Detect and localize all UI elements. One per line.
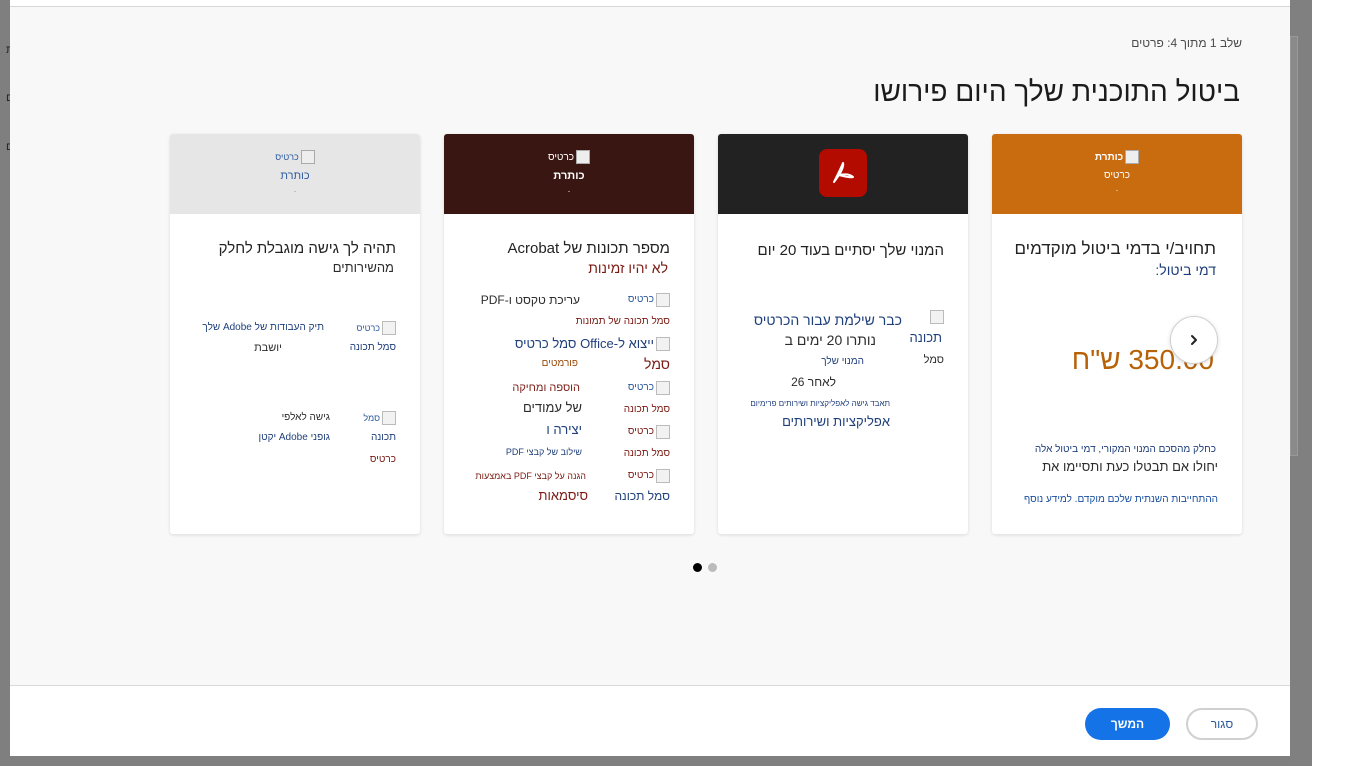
- feature-text: עריכת טקסט ו-PDF: [480, 293, 580, 307]
- feature-sub: סמל תכונה: [623, 404, 670, 415]
- acrobat-logo-shape: [833, 162, 854, 183]
- feature-icon: כרטיס: [628, 378, 670, 401]
- continue-button[interactable]: המשך: [1085, 708, 1170, 740]
- broken-image-icon: [656, 381, 670, 395]
- broken-image-icon: [656, 425, 670, 439]
- lose-access-line: תאבד גישה לאפליקציות ושירותים פרימיום: [750, 399, 890, 408]
- cancel-plan-modal: שלב 1 מתוך 4: פרטים ביטול התוכנית שלך הי…: [10, 0, 1290, 756]
- card-acrobat-features: כרטיס כותרת . מספר תכונות של Acrobat לא …: [444, 134, 694, 534]
- broken-image-icon: [382, 321, 396, 335]
- header-dot: .: [1115, 183, 1119, 193]
- feature-icon-label-2: סמל: [923, 354, 944, 366]
- card-title: תהיה לך גישה מוגבלת לחלק: [218, 240, 396, 257]
- days-left-line: נותרו 20 ימים ב: [784, 332, 876, 348]
- step-indicator: שלב 1 מתוך 4: פרטים: [1131, 36, 1242, 50]
- feature-icon-label: תכונה: [371, 432, 396, 443]
- acrobat-logo-icon: [819, 149, 867, 197]
- modal-title: ביטול התוכנית שלך היום פירושו: [873, 76, 1240, 107]
- carousel-pagination: [693, 563, 717, 572]
- feature-extra: של עמודים: [522, 400, 582, 415]
- broken-image-icon: [300, 150, 315, 164]
- card-subtitle: דמי ביטול:: [1155, 262, 1216, 278]
- modal-footer: המשך סגור: [10, 686, 1290, 756]
- carousel-next-button[interactable]: [1170, 316, 1218, 364]
- modal-top-divider: [10, 6, 1290, 7]
- close-button[interactable]: סגור: [1186, 708, 1258, 740]
- header-subtitle: כרטיס: [1103, 170, 1131, 181]
- broken-image-icon: [576, 150, 591, 164]
- feature-sub: פורמטים: [541, 358, 578, 369]
- card-title: המנוי שלך יסתיים בעוד 20 יום: [757, 242, 944, 259]
- subscription-line: המנוי שלך: [821, 356, 864, 367]
- feature-text: סמל: [644, 356, 670, 372]
- card-limited-access: כרטיס כותרת . תהיה לך גישה מוגבלת לחלק מ…: [170, 134, 420, 534]
- broken-image-icon: [656, 469, 670, 483]
- broken-image-icon: [382, 411, 396, 425]
- card-subscription-end: המנוי שלך יסתיים בעוד 20 יום תכונה סמל כ…: [718, 134, 968, 534]
- header-dot: .: [293, 184, 297, 194]
- header-image: כרטיס: [275, 150, 315, 164]
- after-date-line: לאחר 26: [791, 375, 836, 389]
- card-subtitle: מהשירותים: [332, 260, 394, 275]
- header-image: כרטיס: [548, 150, 591, 164]
- feature-text: הוספה ומחיקה: [512, 382, 580, 394]
- feature-icon-label: סמל תכונה: [349, 342, 396, 353]
- feature-text: יצירה ו: [546, 422, 582, 437]
- feature-sub: סמל תכונה: [623, 448, 670, 459]
- card-title: מספר תכונות של Acrobat: [507, 240, 671, 257]
- broken-image-icon: [1125, 150, 1140, 164]
- card-title: תחויב/י בדמי ביטול מוקדמים: [1014, 239, 1216, 258]
- pagination-dot-1[interactable]: [693, 563, 702, 572]
- feature-sub: יושבת: [254, 342, 282, 354]
- feature-sub: סמל תכונה: [614, 489, 670, 503]
- feature-text: תיק העבודות של Adobe שלך: [202, 322, 324, 333]
- backdrop-page-edge: [1312, 0, 1347, 766]
- card-header: כרטיס כותרת .: [170, 134, 420, 214]
- feature-icon: כרטיס: [628, 422, 670, 445]
- card-header: [718, 134, 968, 214]
- card-header: כותרת כרטיס .: [992, 134, 1242, 214]
- feature-icon-label-2: כרטיס: [369, 454, 396, 465]
- feature-icon-alt: [930, 310, 944, 330]
- feature-sub: סמל תכונה של תמונות: [575, 316, 670, 327]
- header-image: כותרת: [1095, 150, 1140, 164]
- apps-services-line: אפליקציות ושירותים: [782, 414, 890, 429]
- feature-extra: סיסמאות: [538, 488, 589, 503]
- header-subtitle: כותרת: [553, 170, 585, 182]
- backdrop-panel: [1290, 36, 1298, 456]
- feature-text: גישה לאלפי: [281, 412, 330, 423]
- chevron-right-icon: [1191, 335, 1197, 345]
- broken-image-icon: [656, 337, 670, 351]
- card-header: כרטיס כותרת .: [444, 134, 694, 214]
- learn-more-link[interactable]: ההתחייבות השנתית שלכם מוקדם. למידע נוסף: [1024, 490, 1218, 510]
- header-dot: .: [567, 184, 571, 194]
- feature-sub: גופני Adobe יקטן: [258, 432, 330, 443]
- pagination-dot-2[interactable]: [708, 563, 717, 572]
- paid-line: כבר שילמת עבור הכרטיס: [753, 312, 902, 328]
- card-subtitle: לא יהיו זמינות: [588, 260, 668, 276]
- broken-image-icon: [930, 310, 944, 324]
- header-subtitle: כותרת: [280, 170, 310, 182]
- feature-icon-label: תכונה: [909, 330, 942, 345]
- feature-text: הגנה על קבצי PDF באמצעות: [475, 471, 586, 481]
- fee-note-main: יחולו אם תבטלו כעת ותסיימו את: [1042, 459, 1218, 474]
- broken-image-icon: [656, 293, 670, 307]
- feature-extra: שילוב של קבצי PDF: [505, 447, 582, 457]
- feature-icon: כרטיס: [628, 290, 670, 313]
